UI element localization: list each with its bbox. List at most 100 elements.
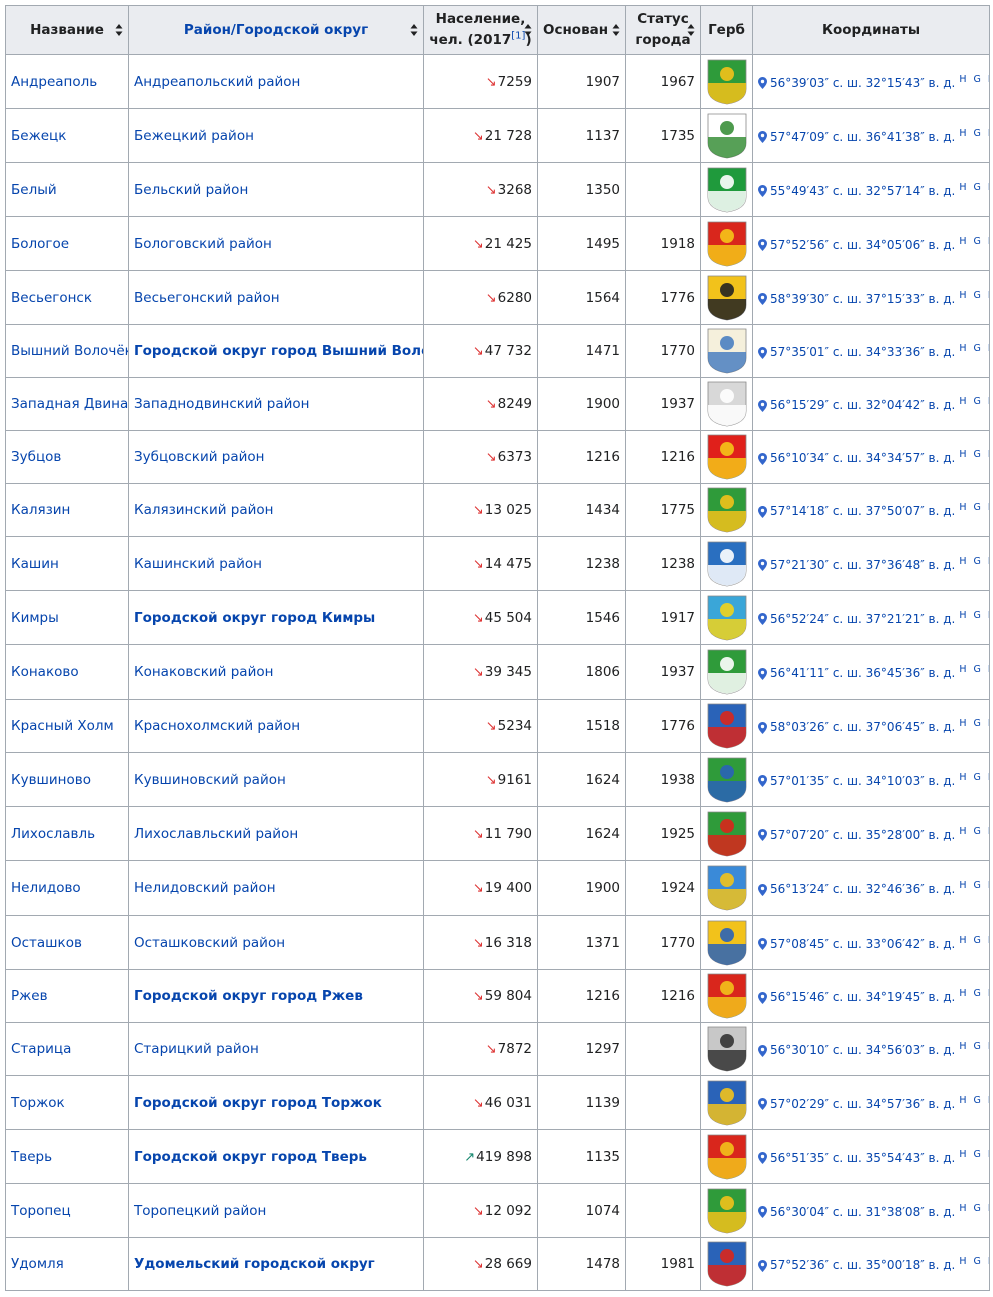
coordinates-link[interactable]: 57°08′45″ с. ш. 33°06′42″ в. д. — [770, 937, 955, 951]
coordinates-link[interactable]: 57°07′20″ с. ш. 35°28′00″ в. д. — [770, 828, 955, 842]
coat-of-arms-cell[interactable] — [700, 915, 753, 970]
map-pin-icon[interactable] — [758, 1152, 767, 1164]
district-link[interactable]: Зубцовский район — [128, 430, 424, 484]
geo-links[interactable]: H G R O — [959, 772, 988, 783]
coordinates-link[interactable]: 58°03′26″ с. ш. 37°06′45″ в. д. — [770, 720, 955, 734]
district-link[interactable]: Удомельский городской округ — [128, 1237, 424, 1291]
kashin-coat-icon[interactable] — [707, 541, 747, 587]
rzhev-coat-icon[interactable] — [707, 973, 747, 1019]
geo-links[interactable]: H G R O — [959, 290, 988, 301]
geo-links[interactable]: H G R O — [959, 128, 988, 139]
city-name-link[interactable]: Калязин — [5, 483, 129, 537]
coat-of-arms-cell[interactable] — [700, 1022, 753, 1076]
ostashkov-coat-icon[interactable] — [707, 920, 747, 966]
map-pin-icon[interactable] — [758, 559, 767, 571]
geo-links[interactable]: H G R O — [959, 988, 988, 999]
geo-links[interactable]: H G R O — [959, 935, 988, 946]
kalyazin-coat-icon[interactable] — [707, 487, 747, 533]
geo-links[interactable]: H G R O — [959, 74, 988, 85]
map-pin-icon[interactable] — [758, 1206, 767, 1218]
coordinates-link[interactable]: 57°35′01″ с. ш. 34°33′36″ в. д. — [770, 345, 955, 359]
coordinates-link[interactable]: 57°01′35″ с. ш. 34°10′03″ в. д. — [770, 774, 955, 788]
city-name-link[interactable]: Кимры — [5, 590, 129, 645]
map-pin-icon[interactable] — [758, 721, 767, 734]
map-pin-icon[interactable] — [758, 1098, 767, 1110]
bezhetsk-coat-icon[interactable] — [707, 113, 747, 159]
city-name-link[interactable]: Нелидово — [5, 860, 129, 916]
coat-of-arms-cell[interactable] — [700, 54, 753, 109]
staritsa-coat-icon[interactable] — [707, 1026, 747, 1072]
map-pin-icon[interactable] — [758, 829, 767, 841]
city-name-link[interactable]: Зубцов — [5, 430, 129, 484]
coordinates-link[interactable]: 55°49′43″ с. ш. 32°57′14″ в. д. — [770, 184, 955, 198]
map-pin-icon[interactable] — [758, 452, 767, 465]
vesyegonsk-coat-icon[interactable] — [707, 275, 747, 321]
kuvshinovo-coat-icon[interactable] — [707, 757, 747, 803]
geo-links[interactable]: H G R O — [959, 826, 988, 837]
district-link[interactable]: Осташковский район — [128, 915, 424, 970]
map-pin-icon[interactable] — [758, 239, 767, 251]
map-pin-icon[interactable] — [758, 185, 767, 197]
map-pin-icon[interactable] — [758, 505, 767, 518]
district-link[interactable]: Старицкий район — [128, 1022, 424, 1076]
coat-of-arms-cell[interactable] — [700, 860, 753, 916]
geo-links[interactable]: H G R O — [959, 502, 988, 513]
coordinates-link[interactable]: 56°13′24″ с. ш. 32°46′36″ в. д. — [770, 882, 955, 896]
city-name-link[interactable]: Белый — [5, 162, 129, 217]
coat-of-arms-cell[interactable] — [700, 1183, 753, 1238]
city-name-link[interactable]: Красный Холм — [5, 699, 129, 753]
coat-of-arms-cell[interactable] — [700, 752, 753, 807]
district-link[interactable]: Бежецкий район — [128, 108, 424, 163]
header-population[interactable]: Население, чел. (2017[1]) — [423, 5, 538, 55]
city-name-link[interactable]: Весьегонск — [5, 270, 129, 325]
udomlya-coat-icon[interactable] — [707, 1241, 747, 1287]
district-link[interactable]: Городской округ город Тверь — [128, 1129, 424, 1184]
coat-of-arms-cell[interactable] — [700, 969, 753, 1023]
coordinates-link[interactable]: 56°51′35″ с. ш. 35°54′43″ в. д. — [770, 1151, 955, 1165]
coordinates-link[interactable]: 56°15′29″ с. ш. 32°04′42″ в. д. — [770, 398, 955, 412]
coordinates-link[interactable]: 57°47′09″ с. ш. 36°41′38″ в. д. — [770, 130, 955, 144]
city-name-link[interactable]: Ржев — [5, 969, 129, 1023]
sort-icon[interactable] — [687, 23, 695, 37]
district-link[interactable]: Городской округ город Ржев — [128, 969, 424, 1023]
coat-of-arms-cell[interactable] — [700, 324, 753, 378]
coat-of-arms-cell[interactable] — [700, 216, 753, 271]
sort-icon[interactable] — [524, 23, 532, 37]
geo-links[interactable]: H G R O — [959, 1203, 988, 1214]
city-name-link[interactable]: Старица — [5, 1022, 129, 1076]
map-pin-icon[interactable] — [758, 667, 767, 680]
coat-of-arms-cell[interactable] — [700, 270, 753, 325]
header-district[interactable]: Район/Городской округ — [128, 5, 424, 55]
coat-of-arms-cell[interactable] — [700, 1237, 753, 1291]
coat-of-arms-cell[interactable] — [700, 430, 753, 484]
district-link[interactable]: Нелидовский район — [128, 860, 424, 916]
city-name-link[interactable]: Андреаполь — [5, 54, 129, 109]
district-link[interactable]: Бологовский район — [128, 216, 424, 271]
map-pin-icon[interactable] — [758, 883, 767, 896]
coat-of-arms-cell[interactable] — [700, 1075, 753, 1130]
district-link[interactable]: Западнодвинский район — [128, 377, 424, 431]
city-name-link[interactable]: Осташков — [5, 915, 129, 970]
sort-icon[interactable] — [612, 23, 620, 37]
geo-links[interactable]: H G R O — [959, 396, 988, 407]
map-pin-icon[interactable] — [758, 131, 767, 143]
geo-links[interactable]: H G R O — [959, 182, 988, 193]
map-pin-icon[interactable] — [758, 399, 767, 412]
map-pin-icon[interactable] — [758, 1259, 767, 1272]
coordinates-link[interactable]: 57°14′18″ с. ш. 37°50′07″ в. д. — [770, 504, 955, 518]
coordinates-link[interactable]: 56°30′10″ с. ш. 34°56′03″ в. д. — [770, 1043, 955, 1057]
coat-of-arms-cell[interactable] — [700, 699, 753, 753]
map-pin-icon[interactable] — [758, 346, 767, 359]
tver-coat-icon[interactable] — [707, 1134, 747, 1180]
coordinates-link[interactable]: 57°02′29″ с. ш. 34°57′36″ в. д. — [770, 1097, 955, 1111]
geo-links[interactable]: H G R O — [959, 1256, 988, 1267]
city-name-link[interactable]: Тверь — [5, 1129, 129, 1184]
geo-links[interactable]: H G R O — [959, 664, 988, 675]
header-status[interactable]: Статус города — [625, 5, 701, 55]
coat-of-arms-cell[interactable] — [700, 590, 753, 645]
city-name-link[interactable]: Торопец — [5, 1183, 129, 1238]
zubtsov-coat-icon[interactable] — [707, 434, 747, 480]
map-pin-icon[interactable] — [758, 938, 767, 950]
header-founded[interactable]: Основан — [537, 5, 626, 55]
city-name-link[interactable]: Кашин — [5, 536, 129, 591]
